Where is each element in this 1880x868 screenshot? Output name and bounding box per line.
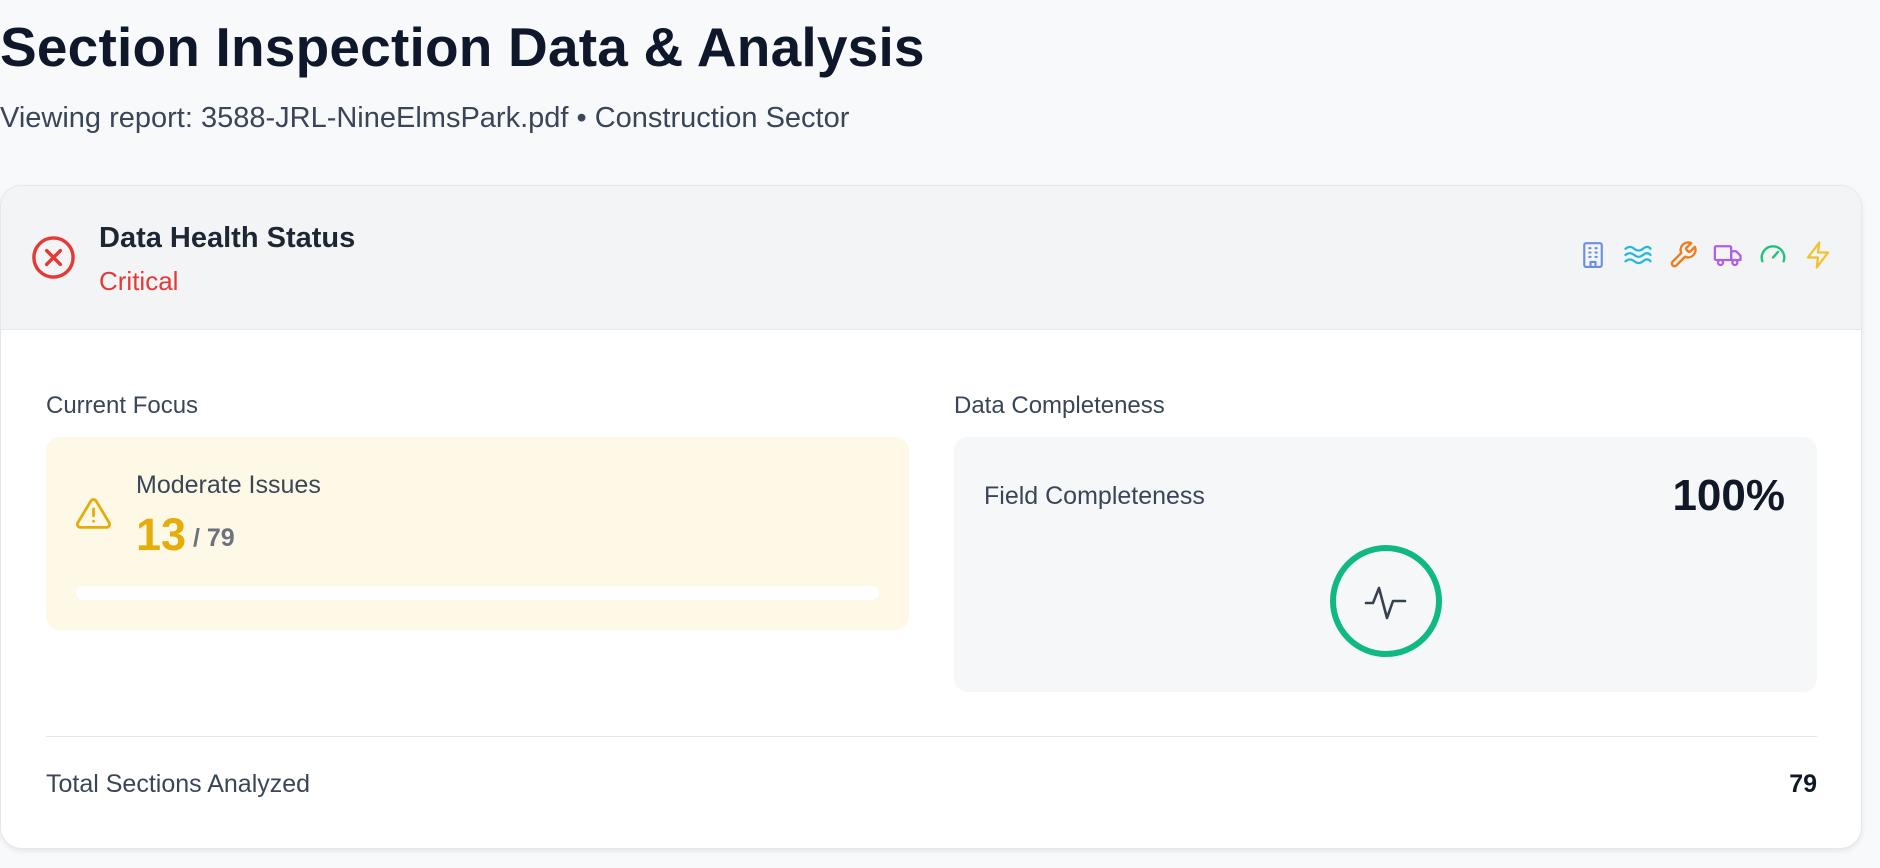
completeness-ring [1330, 545, 1442, 657]
moderate-issues-panel: Moderate Issues 13 / 79 [46, 437, 909, 630]
gauge-icon [1758, 240, 1788, 270]
current-focus-label: Current Focus [46, 392, 199, 419]
x-circle-icon [32, 236, 75, 279]
issues-progress-bar [76, 586, 879, 600]
total-sections-value: 79 [1789, 770, 1817, 798]
truck-icon [1713, 240, 1743, 270]
data-health-card: Data Health Status Critical Current Focu… [0, 185, 1862, 849]
field-completeness-label: Field Completeness [984, 482, 1205, 510]
report-subtitle: Viewing report: 3588-JRL-NineElmsPark.pd… [0, 102, 850, 134]
health-status-title: Data Health Status [99, 222, 356, 254]
category-icons [1578, 240, 1833, 270]
moderate-issues-total: / 79 [193, 524, 235, 552]
data-completeness-label: Data Completeness [954, 392, 1165, 419]
zap-icon [1803, 240, 1833, 270]
activity-icon [1364, 586, 1407, 620]
wrench-icon [1668, 240, 1698, 270]
warning-icon [75, 498, 112, 529]
moderate-issues-count: 13 [136, 509, 187, 560]
field-completeness-panel: Field Completeness 100% [954, 437, 1817, 692]
divider [46, 736, 1817, 737]
moderate-issues-label: Moderate Issues [136, 471, 321, 499]
building-icon [1578, 240, 1608, 270]
health-status-value: Critical [99, 266, 179, 296]
field-completeness-value: 100% [1672, 471, 1785, 520]
total-sections-label: Total Sections Analyzed [46, 770, 311, 798]
card-header: Data Health Status Critical [1, 186, 1861, 330]
waves-icon [1623, 240, 1653, 270]
page-title: Section Inspection Data & Analysis [0, 16, 925, 78]
